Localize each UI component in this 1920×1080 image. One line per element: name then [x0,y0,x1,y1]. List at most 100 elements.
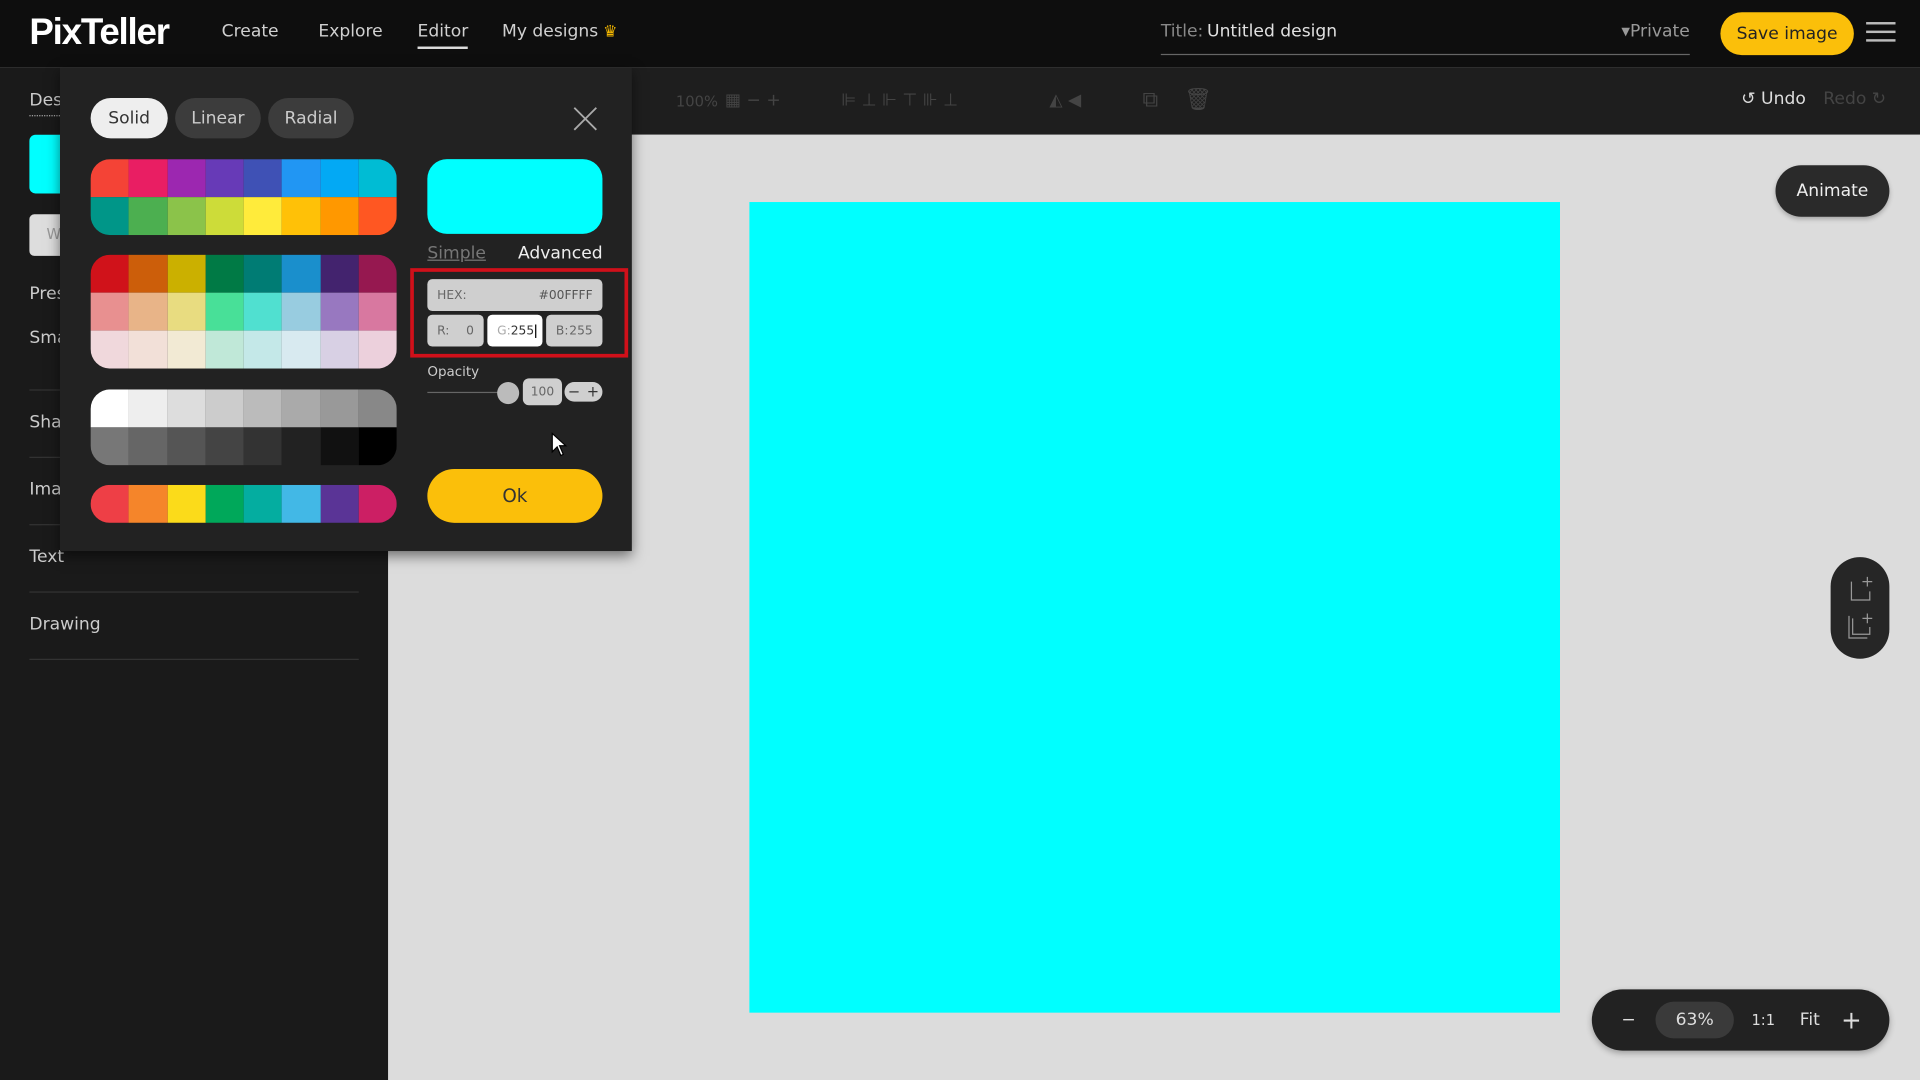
zoom-1-1-button[interactable]: 1:1 [1746,989,1780,1050]
flip-icon[interactable]: ◭ ◀ [1049,91,1081,111]
color-swatch[interactable] [90,159,129,198]
g-field[interactable]: G: 255 [487,314,543,347]
title-value[interactable]: Untitled design [1207,22,1337,42]
color-swatch[interactable] [205,389,244,428]
color-swatch[interactable] [281,254,321,293]
color-swatch[interactable] [128,389,168,428]
nav-my-designs[interactable]: My designs ♛ [502,22,617,42]
color-swatch[interactable] [320,427,359,466]
color-swatch[interactable] [320,389,359,428]
color-swatch[interactable] [128,427,168,466]
color-swatch[interactable] [167,330,206,369]
ok-button[interactable]: Ok [427,468,603,523]
duplicate-icon[interactable]: ⧉ [1142,87,1158,113]
color-swatch[interactable] [205,159,244,198]
color-swatch[interactable] [320,197,359,236]
color-swatch[interactable] [320,330,359,369]
minus-icon[interactable]: − [568,383,580,400]
color-swatch[interactable] [358,254,397,293]
color-swatch[interactable] [90,389,129,428]
color-swatch[interactable] [243,292,282,331]
mode-simple[interactable]: Simple [427,244,486,264]
tab-solid[interactable]: Solid [90,97,168,139]
title-field[interactable]: Title: Untitled design ▾Private [1160,22,1690,56]
color-swatch[interactable] [358,292,397,331]
design-canvas[interactable] [749,202,1561,1013]
align-icons[interactable]: ⊫ ⊥ ⊩ ⊤ ⊪ ⊥ [841,91,958,111]
color-swatch[interactable] [205,484,244,523]
nav-create[interactable]: Create [222,22,279,42]
color-swatch[interactable] [281,330,321,369]
color-swatch[interactable] [243,254,282,293]
color-swatch[interactable] [320,484,359,523]
color-swatch[interactable] [128,292,168,331]
tab-linear[interactable]: Linear [175,97,261,139]
color-swatch[interactable] [167,427,206,466]
color-swatch[interactable] [167,159,206,198]
color-swatch[interactable] [243,159,282,198]
opacity-stepper[interactable]: − + [564,382,603,402]
color-swatch[interactable] [358,389,397,428]
color-swatch[interactable] [205,427,244,466]
privacy-dropdown[interactable]: ▾Private [1621,22,1689,42]
color-swatch[interactable] [243,197,282,236]
color-swatch[interactable] [205,197,244,236]
color-swatch[interactable] [320,254,359,293]
tab-design[interactable]: Des [29,91,63,117]
color-swatch[interactable] [90,292,129,331]
save-image-button[interactable]: Save image [1720,12,1854,56]
hex-field[interactable]: HEX: #00FFFF [427,279,603,312]
opacity-slider[interactable] [427,391,509,394]
nav-explore[interactable]: Explore [318,22,382,42]
zoom-in-button[interactable]: + [1839,989,1863,1050]
opacity-input[interactable]: 100 [522,378,563,406]
color-swatch[interactable] [281,159,321,198]
color-swatch[interactable] [128,159,168,198]
close-icon[interactable] [572,105,599,132]
color-swatch[interactable] [281,197,321,236]
color-swatch[interactable] [90,427,129,466]
logo[interactable]: PixTeller [29,12,170,54]
undo-button[interactable]: ↺ Undo [1741,89,1806,109]
zoom-fit-button[interactable]: Fit [1793,989,1827,1050]
color-swatch[interactable] [90,330,129,369]
color-swatch[interactable] [128,330,168,369]
r-field[interactable]: R: 0 [427,314,484,347]
sidebar-item-shapes[interactable]: Sha [29,413,61,433]
redo-button[interactable]: Redo ↻ [1823,89,1886,109]
sidebar-item-images[interactable]: Ima [29,480,61,500]
color-swatch[interactable] [167,292,206,331]
color-swatch[interactable] [358,197,397,236]
color-swatch[interactable] [243,484,282,523]
sidebar-item-text[interactable]: Text [29,547,64,567]
add-page-icon[interactable] [1848,576,1875,604]
color-swatch[interactable] [243,427,282,466]
zoom-out-button[interactable]: − [1616,989,1640,1050]
color-swatch[interactable] [281,292,321,331]
tab-radial[interactable]: Radial [268,97,354,139]
color-swatch[interactable] [205,292,244,331]
color-swatch[interactable] [205,254,244,293]
color-swatch[interactable] [281,389,321,428]
color-swatch[interactable] [243,330,282,369]
color-swatch[interactable] [320,292,359,331]
color-swatch[interactable] [167,484,206,523]
color-swatch[interactable] [358,427,397,466]
color-swatch[interactable] [320,159,359,198]
color-swatch[interactable] [90,484,129,523]
color-swatch[interactable] [128,484,168,523]
plus-icon[interactable]: + [587,383,599,400]
color-swatch[interactable] [281,427,321,466]
menu-icon[interactable] [1866,22,1896,44]
duplicate-page-icon[interactable] [1848,612,1875,639]
nav-editor[interactable]: Editor [417,22,469,49]
color-swatch[interactable] [205,330,244,369]
color-swatch[interactable] [167,254,206,293]
b-field[interactable]: B: 255 [546,314,603,347]
color-swatch[interactable] [128,197,168,236]
color-swatch[interactable] [167,389,206,428]
color-swatch[interactable] [90,197,129,236]
animate-button[interactable]: Animate [1775,165,1890,217]
color-swatch[interactable] [358,484,397,523]
color-swatch[interactable] [281,484,321,523]
